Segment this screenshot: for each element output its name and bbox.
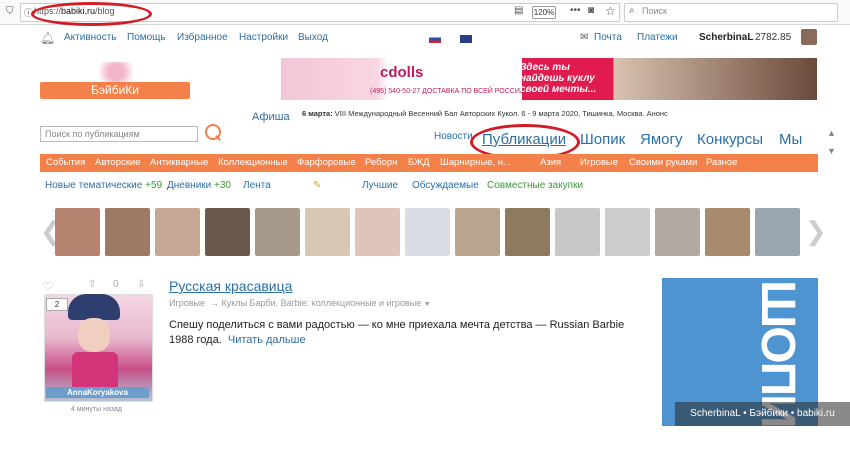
read-more-link[interactable]: Читать дальше (228, 334, 306, 346)
post-subcategory[interactable]: → Куклы Барби, Barbie: коллекционные и и… (210, 298, 421, 308)
tab-contests[interactable]: Конкурсы (697, 131, 763, 148)
flag-uk-icon[interactable] (460, 35, 472, 43)
tab-we[interactable]: Мы (779, 131, 802, 148)
afisha-date: 6 марта: (302, 109, 333, 118)
annotation-oval-url (31, 2, 152, 26)
avatar[interactable] (801, 29, 817, 45)
post-author[interactable]: AnnaKoryakova (46, 387, 149, 398)
reader-view-icon[interactable]: ▤ (514, 5, 523, 16)
comment-count-badge[interactable]: 2 (46, 298, 68, 311)
thumbnail[interactable] (455, 208, 500, 256)
category-item[interactable]: Своими руками (629, 157, 697, 168)
pencil-icon[interactable]: ✎ (313, 180, 321, 191)
submenu-diaries[interactable]: Дневники +30 (167, 180, 231, 191)
afisha-event[interactable]: 6 марта: VIII Международный Весенний Бал… (302, 109, 668, 118)
caret-down-icon[interactable]: ▼ (424, 301, 431, 308)
tab-shop[interactable]: Шопик (580, 131, 625, 148)
heart-icon[interactable]: ♡ (42, 279, 54, 295)
doll-face (78, 318, 110, 352)
publication-search-placeholder: Поиск по публикациям (45, 129, 140, 139)
pocket-icon[interactable]: ◙ (588, 5, 594, 16)
category-item[interactable]: Разное (706, 157, 737, 168)
thumbnail[interactable] (755, 208, 800, 256)
nav-payments[interactable]: Платежи (637, 32, 678, 43)
vote-up-icon[interactable]: ⇧ (88, 279, 96, 290)
nav-logout[interactable]: Выход (298, 32, 328, 43)
submenu-new-themes[interactable]: Новые тематические +59 (45, 180, 162, 191)
category-item[interactable]: Коллекционные (218, 157, 288, 168)
thumbnail[interactable] (655, 208, 700, 256)
banner-slogan: Здесь ты найдешь куклу своей мечты... (520, 62, 597, 95)
tab-yamogu[interactable]: Ямогу (640, 131, 682, 148)
thumbnail[interactable] (405, 208, 450, 256)
doll-hat (68, 294, 120, 320)
category-item[interactable]: Шарнирные, н... (440, 157, 511, 168)
nav-activity[interactable]: Активность (64, 32, 117, 43)
thumbnail[interactable] (605, 208, 650, 256)
banner-brand: cdolls (380, 64, 424, 81)
browser-search-placeholder: Поиск (642, 6, 667, 16)
post-category: Игровые → Куклы Барби, Barbie: коллекцио… (169, 298, 431, 308)
thumbnail[interactable] (205, 208, 250, 256)
nav-favorites[interactable]: Избранное (177, 32, 228, 43)
afisha-link[interactable]: Афиша (252, 111, 290, 123)
bell-icon[interactable]: 🔔︎ (40, 31, 55, 45)
chevron-right-icon[interactable]: ❯ (805, 216, 827, 247)
mail-icon[interactable]: ✉ (580, 32, 588, 43)
submenu-discussed[interactable]: Обсуждаемые (412, 180, 479, 191)
category-item[interactable]: Игровые (580, 157, 618, 168)
post-title[interactable]: Русская красавица (169, 278, 292, 294)
category-item[interactable]: Азия (540, 157, 561, 168)
vote-down-icon[interactable]: ⇩ (137, 279, 145, 290)
banner-phone: (495) 540-50-27 ДОСТАВКА ПО ВСЕЙ РОССИИ (370, 88, 525, 95)
logo-dolls-image (92, 62, 140, 82)
category-item[interactable]: БЖД (408, 157, 429, 168)
nav-mail[interactable]: Почта (594, 32, 622, 43)
category-item[interactable]: Антикварные (150, 157, 208, 168)
submenu-joint[interactable]: Совместные закупки (487, 180, 583, 191)
scroll-up-icon[interactable]: ▲ (827, 128, 836, 138)
afisha-event-text: VIII Международный Весенний Бал Авторски… (334, 109, 668, 118)
thumbnail[interactable] (105, 208, 150, 256)
flag-ru-icon[interactable] (429, 35, 441, 43)
thumbnail[interactable] (155, 208, 200, 256)
search-icon[interactable] (205, 124, 221, 140)
vote-count: 0 (113, 279, 119, 290)
thumbnail[interactable] (555, 208, 600, 256)
more-actions-icon[interactable]: ••• (570, 5, 581, 16)
thumbnail[interactable] (255, 208, 300, 256)
thumbnail[interactable] (55, 208, 100, 256)
post-excerpt: Спешу поделиться с вами радостью — ко мн… (169, 319, 625, 346)
site-logo[interactable]: БэйбиКи (40, 82, 190, 99)
nav-help[interactable]: Помощь (127, 32, 166, 43)
user-name[interactable]: ScherbinaL (699, 32, 753, 43)
shield-icon[interactable]: ⛉ (6, 6, 14, 17)
post-time: 4 минуты назад (71, 406, 122, 413)
thumbnail[interactable] (705, 208, 750, 256)
search-icon: ⌕ (629, 5, 635, 16)
thumbnail[interactable] (505, 208, 550, 256)
scroll-down-icon[interactable]: ▼ (827, 146, 836, 156)
submenu-feed[interactable]: Лента (243, 180, 271, 191)
thumbnail[interactable] (305, 208, 350, 256)
category-item[interactable]: Реборн (365, 157, 397, 168)
nav-settings[interactable]: Настройки (239, 32, 288, 43)
submenu-best[interactable]: Лучшие (362, 180, 398, 191)
thumbnail[interactable] (355, 208, 400, 256)
watermark: ScherbinaL • Бэйбики • babiki.ru (675, 402, 850, 426)
user-balance: 2782.85 (755, 32, 792, 43)
tab-news[interactable]: Новости (434, 131, 473, 142)
category-item[interactable]: Авторские (95, 157, 140, 168)
post-category-main[interactable]: Игровые (169, 298, 205, 308)
star-icon[interactable]: ☆ (605, 4, 616, 18)
category-item[interactable]: Фарфоровые (297, 157, 356, 168)
zoom-badge[interactable]: 120% (532, 6, 556, 19)
category-item[interactable]: События (46, 157, 85, 168)
